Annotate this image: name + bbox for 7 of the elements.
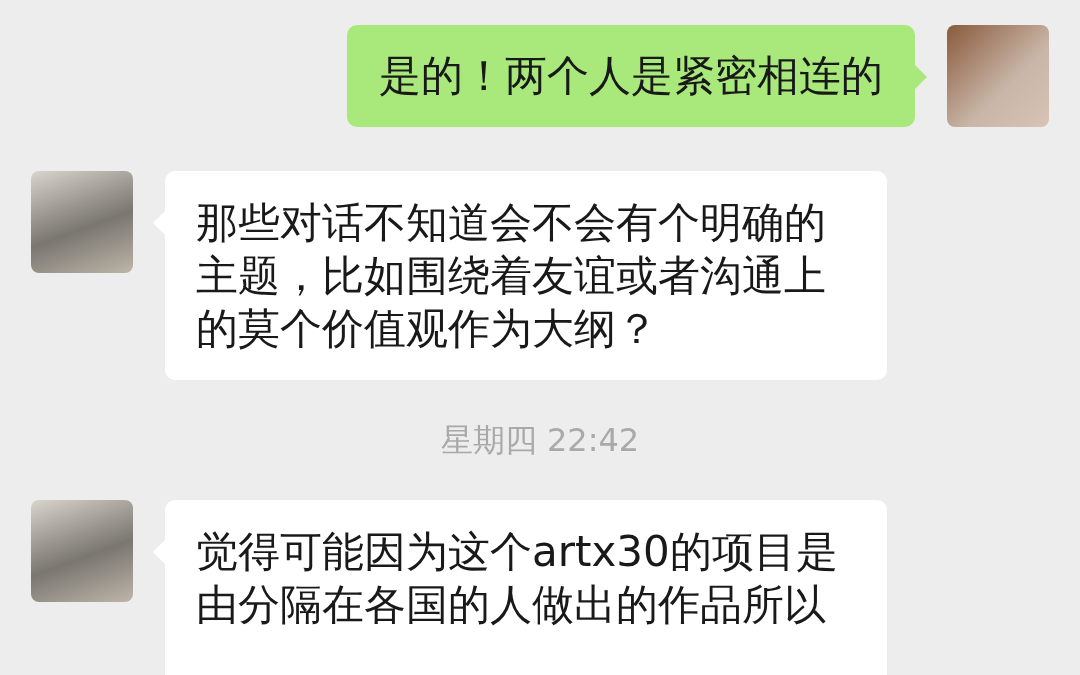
avatar-photo-placeholder[interactable] [31, 500, 133, 602]
timestamp: 星期四 22:42 [440, 421, 640, 459]
message-text: 那些对话不知道会不会有个明确的主题，比如围绕着友谊或者沟通上的莫个价值观作为大纲？ [196, 197, 827, 355]
avatar-photo-placeholder[interactable] [31, 171, 133, 273]
avatar-photo-placeholder[interactable] [947, 25, 1049, 127]
message-text: 是的！两个人是紧密相连的 [379, 50, 883, 102]
message-text: 觉得可能因为这个artx30的项目是由分隔在各国的人做出的作品所以 [196, 526, 839, 631]
